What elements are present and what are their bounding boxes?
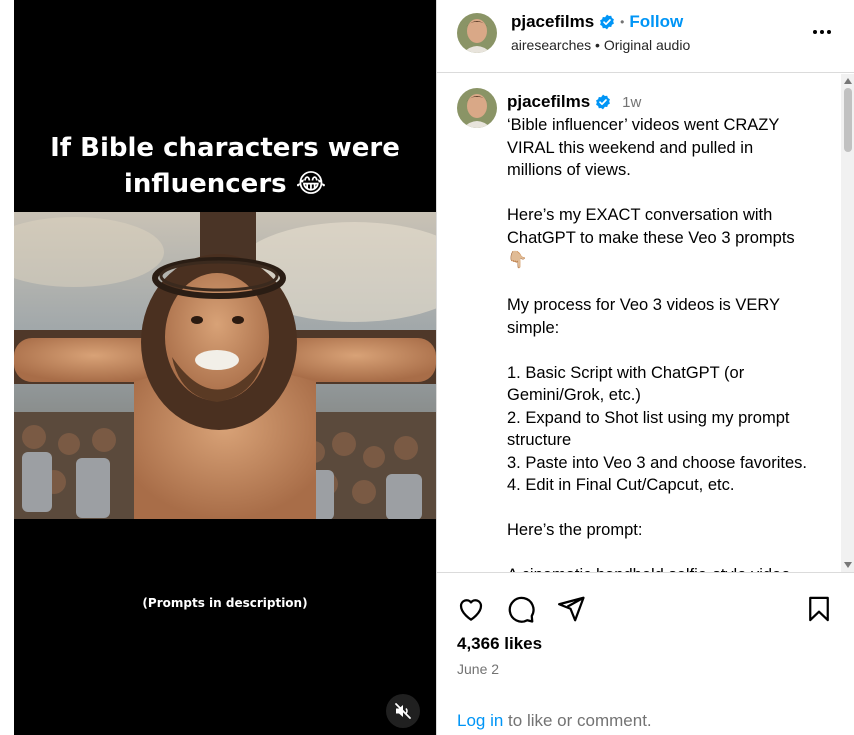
scroll-down-arrow-icon[interactable] [844, 562, 852, 568]
login-prompt: Log in to like or comment. [457, 711, 652, 731]
pointing-down-emoji: 👇🏼 [507, 251, 528, 269]
caption-line: Here’s my EXACT conversation with [507, 206, 773, 224]
caption-line: A cinematic handheld selfie-style video [507, 564, 837, 572]
caption-line: My process for Veo 3 videos is VERY [507, 296, 780, 314]
more-options-icon[interactable] [807, 22, 837, 42]
caption-line: 3. Paste into Veo 3 and choose favorites… [507, 453, 807, 472]
avatar-image [457, 13, 497, 53]
scrollbar-thumb[interactable] [844, 88, 852, 152]
header-username[interactable]: pjacefilms [511, 12, 594, 32]
video-frame [14, 212, 436, 519]
follow-button[interactable]: Follow [629, 12, 683, 32]
caption-line: 1. Basic Script with ChatGPT (or [507, 363, 745, 382]
caption-line: simple: [507, 318, 560, 337]
caption-line: ChatGPT to make these Veo 3 prompts [507, 228, 795, 247]
comment-icon [508, 596, 535, 623]
post-actions: 4,366 likes June 2 Log in to like or com… [437, 572, 854, 735]
avatar-image [457, 88, 497, 128]
subline-separator: • [595, 37, 600, 53]
post-date[interactable]: June 2 [457, 661, 499, 677]
save-button[interactable] [803, 593, 835, 625]
caption-line: Here’s the prompt: [507, 521, 643, 539]
author-avatar[interactable] [457, 13, 497, 53]
caption-text: ‘Bible influencer’ videos went CRAZY VIR… [507, 114, 837, 572]
verified-badge-icon [596, 94, 611, 110]
like-button[interactable] [455, 593, 487, 625]
post-header: pjacefilms • Follow airesearches • Origi… [437, 0, 854, 73]
video-caption: (Prompts in description) [142, 596, 308, 610]
video-title-line1: If Bible characters were [50, 133, 400, 163]
caption-scrollbar[interactable] [841, 74, 854, 572]
caption-username[interactable]: pjacefilms [507, 92, 590, 112]
verified-badge-icon [600, 14, 615, 30]
header-username-row: pjacefilms • Follow [511, 12, 683, 32]
caption-line: 2. Expand to Shot list using my prompt [507, 408, 790, 427]
caption-line: VIRAL this weekend and pulled in [507, 138, 754, 157]
comment-button[interactable] [505, 593, 537, 625]
caption-line: ‘Bible influencer’ videos went CRAZY [507, 116, 780, 134]
mute-button[interactable] [386, 694, 420, 728]
header-separator: • [620, 15, 625, 29]
bookmark-icon [809, 596, 829, 622]
original-audio-link[interactable]: Original audio [604, 37, 690, 53]
caption-line: Gemini/Grok, etc.) [507, 386, 641, 404]
video-title-line2: influencers [123, 169, 287, 199]
caption-timestamp[interactable]: 1w [622, 94, 641, 111]
post-panel: pjacefilms • Follow airesearches • Origi… [436, 0, 854, 735]
caption-line: structure [507, 431, 572, 449]
speaker-muted-icon [395, 703, 411, 719]
header-subline: airesearches • Original audio [511, 37, 690, 53]
caption-area: pjacefilms 1w ‘Bible influencer’ videos … [437, 74, 854, 572]
likes-count[interactable]: 4,366 likes [457, 634, 542, 654]
caption-line: millions of views. [507, 161, 631, 179]
reel-video[interactable]: If Bible characters were influencers 😂 (… [14, 0, 436, 735]
left-gutter [0, 0, 14, 735]
login-link[interactable]: Log in [457, 711, 503, 730]
video-scene-image [14, 212, 436, 519]
caption-line: 4. Edit in Final Cut/Capcut, etc. [507, 476, 735, 494]
caption-author-avatar[interactable] [457, 88, 497, 128]
heart-icon [459, 599, 483, 621]
share-icon [558, 596, 585, 622]
share-button[interactable] [555, 593, 587, 625]
audio-creator-link[interactable]: airesearches [511, 37, 591, 53]
scroll-up-arrow-icon[interactable] [844, 78, 852, 84]
laughing-emoji: 😂 [295, 169, 327, 199]
video-title-overlay: If Bible characters were influencers 😂 [14, 130, 436, 202]
caption-header: pjacefilms 1w [507, 92, 641, 112]
login-prompt-text: to like or comment. [503, 711, 652, 730]
